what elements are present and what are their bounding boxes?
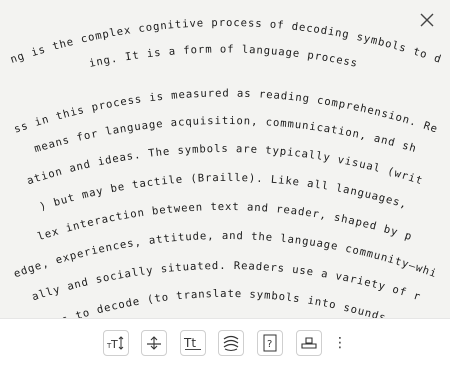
stamp-icon (301, 337, 317, 349)
text-effects-button[interactable] (218, 330, 244, 356)
text-effects-icon (223, 335, 239, 351)
help-icon: ? (263, 334, 277, 352)
more-options-button[interactable]: ⋮ (333, 330, 347, 356)
help-button[interactable]: ? (257, 330, 283, 356)
font-button[interactable]: Tt (180, 330, 206, 356)
reading-line: meaning. It is a form of language proces… (0, 0, 359, 70)
svg-text:?: ? (267, 339, 272, 350)
curved-text-canvas: Reading is the complex cognitive process… (0, 0, 443, 318)
svg-text:Tt: Tt (183, 336, 196, 350)
text-size-button[interactable]: T T (103, 330, 129, 356)
line-spacing-button[interactable] (141, 330, 167, 356)
svg-text:T: T (110, 338, 118, 351)
line-spacing-icon (147, 336, 161, 350)
curved-reading-view: Reading is the complex cognitive process… (0, 0, 450, 318)
close-button[interactable] (416, 9, 438, 31)
close-icon (420, 13, 434, 27)
reader-toolbar: T T Tt ? ⋮ (0, 318, 450, 367)
stamp-button[interactable] (296, 330, 322, 356)
text-size-icon: T T (106, 336, 124, 351)
font-style-icon: Tt (183, 336, 201, 350)
reading-line: Reading is the complex cognitive process… (0, 0, 443, 66)
